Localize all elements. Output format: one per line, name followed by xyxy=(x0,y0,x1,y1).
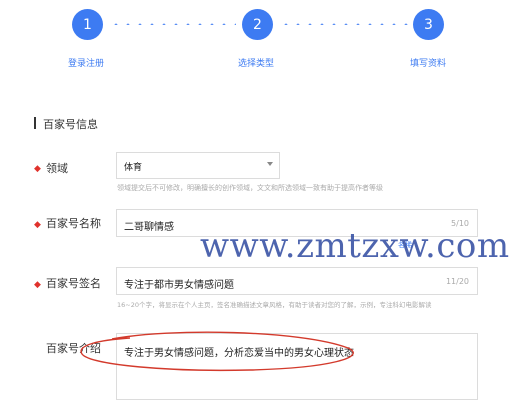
annotation-ellipse xyxy=(80,331,354,372)
